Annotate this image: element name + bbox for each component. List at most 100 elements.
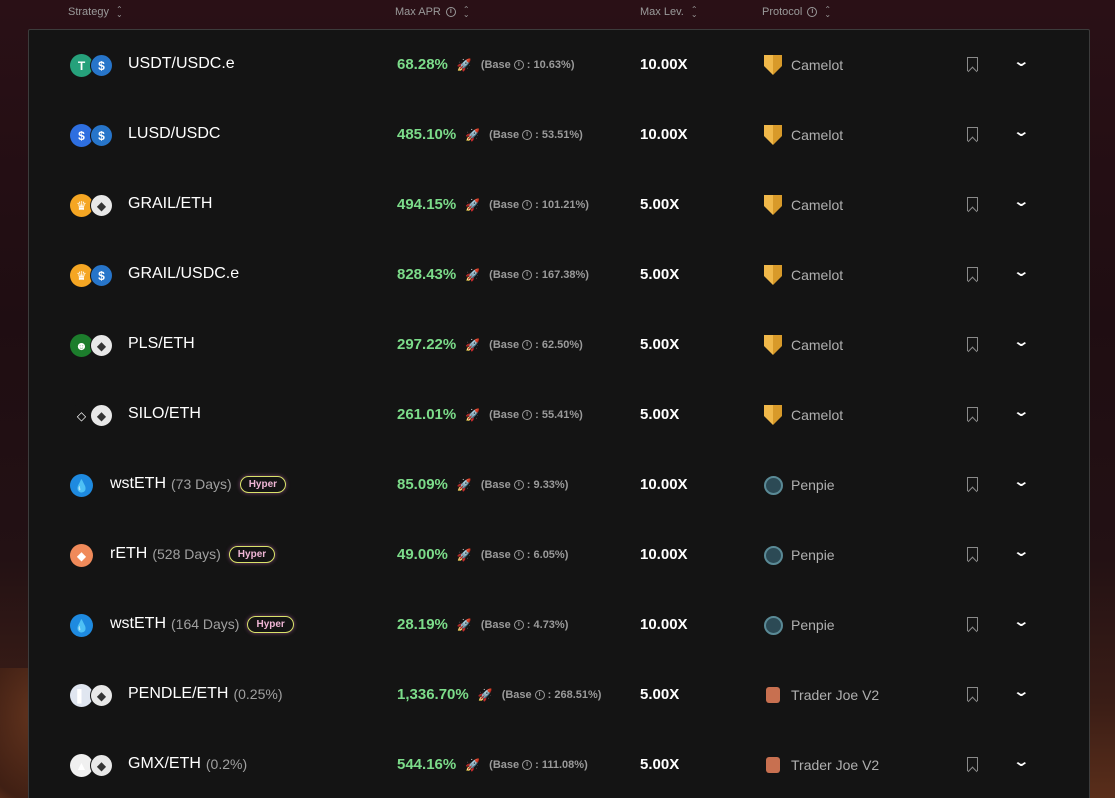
max-leverage-value: 10.00X <box>640 616 688 633</box>
base-label: (Base <box>501 688 532 701</box>
strategy-label: GRAIL/ETH <box>128 195 213 212</box>
strategy-label: GMX/ETH <box>128 755 201 772</box>
table-row[interactable]: 💧 wstETH (73 Days) Hyper 85.09% 🚀 (Base … <box>29 450 1089 520</box>
max-leverage-value: 10.00X <box>640 126 688 143</box>
strategy-name[interactable]: GRAIL/ETH <box>128 195 212 213</box>
base-apr-value: : 53.51%) <box>535 128 583 141</box>
hyper-badge: Hyper <box>239 475 287 493</box>
bookmark-icon[interactable] <box>967 477 978 491</box>
strategy-name[interactable]: PLS/ETH <box>128 335 195 353</box>
table-row[interactable]: T $ USDT/USDC.e 68.28% 🚀 (Base i : 10.63… <box>29 30 1089 100</box>
protocol-header-label: Protocol <box>762 6 803 18</box>
info-icon[interactable]: i <box>513 479 524 490</box>
table-row[interactable]: ♛ $ GRAIL/USDC.e 828.43% 🚀 (Base i : 167… <box>29 240 1089 310</box>
table-row[interactable]: $ $ LUSD/USDC 485.10% 🚀 (Base i : 53.51%… <box>29 100 1089 170</box>
table-row[interactable]: ◇ ◆ SILO/ETH 261.01% 🚀 (Base i : 55.41%)… <box>29 380 1089 450</box>
bookmark-icon[interactable] <box>967 547 978 561</box>
table-row[interactable]: ☻ ◆ PLS/ETH 297.22% 🚀 (Base i : 62.50%) … <box>29 310 1089 380</box>
info-icon[interactable]: i <box>522 199 533 210</box>
strategy-name[interactable]: wstETH (73 Days) Hyper <box>110 475 287 493</box>
bookmark-icon[interactable] <box>967 267 978 281</box>
bookmark-icon[interactable] <box>967 127 978 141</box>
strategy-header[interactable]: Strategy ⌃ ⌄ <box>68 6 123 19</box>
info-icon[interactable]: i <box>522 339 533 350</box>
strategy-name[interactable]: LUSD/USDC <box>128 125 220 143</box>
info-icon[interactable]: i <box>534 689 545 700</box>
info-icon[interactable]: i <box>807 7 818 17</box>
strategy-name[interactable]: PENDLE/ETH (0.25%) <box>128 685 283 703</box>
info-icon[interactable]: i <box>522 409 533 420</box>
chevron-down-icon[interactable]: ⌄ <box>1012 612 1030 630</box>
sort-icon[interactable]: ⌃ ⌄ <box>824 6 831 19</box>
protocol-name: Camelot <box>791 127 844 143</box>
sort-icon[interactable]: ⌃ ⌄ <box>116 6 123 19</box>
chevron-down-icon[interactable]: ⌄ <box>1012 682 1030 700</box>
table-row[interactable]: ▌ ◆ PENDLE/ETH (0.25%) 1,336.70% 🚀 (Base… <box>29 660 1089 730</box>
sort-icon[interactable]: ⌃ ⌄ <box>691 6 698 19</box>
bookmark-icon[interactable] <box>967 407 978 421</box>
max-apr-value: 544.16% <box>397 756 457 773</box>
sort-icon[interactable]: ⌃ ⌄ <box>463 6 470 19</box>
chevron-down-icon[interactable]: ⌄ <box>1012 752 1030 770</box>
chevron-down-icon[interactable]: ⌄ <box>1012 262 1030 280</box>
strategy-name[interactable]: rETH (528 Days) Hyper <box>110 545 276 563</box>
base-label: (Base <box>489 198 520 211</box>
camelot-icon <box>763 265 783 285</box>
base-apr-value: : 101.21%) <box>535 198 589 211</box>
bookmark-icon[interactable] <box>967 687 978 701</box>
base-label: (Base <box>489 758 520 771</box>
info-icon[interactable]: i <box>445 7 456 17</box>
bookmark-icon[interactable] <box>967 197 978 211</box>
bookmark-icon[interactable] <box>967 337 978 351</box>
strategy-detail: (0.25%) <box>233 686 283 702</box>
base-apr: (Base i : 167.38%) <box>489 269 589 281</box>
protocol-cell: Trader Joe V2 <box>763 755 879 775</box>
strategy-name[interactable]: SILO/ETH <box>128 405 201 423</box>
table-row[interactable]: ♛ ◆ GRAIL/ETH 494.15% 🚀 (Base i : 101.21… <box>29 170 1089 240</box>
strategy-name[interactable]: GMX/ETH (0.2%) <box>128 755 247 773</box>
protocol-header[interactable]: Protocol i ⌃ ⌄ <box>762 6 831 19</box>
base-label: (Base <box>489 268 520 281</box>
protocol-name: Camelot <box>791 407 844 423</box>
chevron-down-icon[interactable]: ⌄ <box>1012 52 1030 70</box>
chevron-down-icon[interactable]: ⌄ <box>1012 192 1030 210</box>
camelot-icon <box>763 405 783 425</box>
max-apr-cell: 85.09% 🚀 (Base i : 9.33%) <box>397 476 568 493</box>
info-icon[interactable]: i <box>522 759 533 770</box>
bookmark-icon[interactable] <box>967 57 978 71</box>
strategy-label: wstETH <box>110 615 166 632</box>
chevron-down-icon[interactable]: ⌄ <box>1012 122 1030 140</box>
base-apr-value: : 10.63%) <box>526 58 575 71</box>
bookmark-icon[interactable] <box>967 617 978 631</box>
token-pair-icons: ◇ ◆ <box>70 404 116 428</box>
info-icon[interactable]: i <box>513 619 524 630</box>
max-apr-value: 297.22% <box>397 336 457 353</box>
strategy-name[interactable]: GRAIL/USDC.e <box>128 265 239 283</box>
info-icon[interactable]: i <box>522 129 533 140</box>
table-row[interactable]: ▲ ◆ GMX/ETH (0.2%) 544.16% 🚀 (Base i : 1… <box>29 730 1089 798</box>
chevron-down-icon[interactable]: ⌄ <box>1012 332 1030 350</box>
base-apr: (Base i : 10.63%) <box>481 59 575 71</box>
info-icon[interactable]: i <box>513 549 524 560</box>
rocket-icon: 🚀 <box>465 337 481 352</box>
protocol-name: Camelot <box>791 197 844 213</box>
trader-joe-icon <box>763 755 783 775</box>
chevron-down-icon[interactable]: ⌄ <box>1012 472 1030 490</box>
base-apr: (Base i : 111.08%) <box>489 759 588 771</box>
chevron-down-icon[interactable]: ⌄ <box>1012 402 1030 420</box>
max-apr-cell: 28.19% 🚀 (Base i : 4.73%) <box>397 616 568 633</box>
strategy-label: USDT/USDC.e <box>128 55 235 72</box>
max-leverage-value: 10.00X <box>640 546 688 563</box>
table-row[interactable]: ◆ rETH (528 Days) Hyper 49.00% 🚀 (Base i… <box>29 520 1089 590</box>
max-lev-header[interactable]: Max Lev. ⌃ ⌄ <box>640 6 698 19</box>
strategy-table: T $ USDT/USDC.e 68.28% 🚀 (Base i : 10.63… <box>28 29 1090 798</box>
chevron-down-icon[interactable]: ⌄ <box>1012 542 1030 560</box>
info-icon[interactable]: i <box>513 59 524 70</box>
info-icon[interactable]: i <box>522 269 533 280</box>
bookmark-icon[interactable] <box>967 757 978 771</box>
strategy-name[interactable]: wstETH (164 Days) Hyper <box>110 615 294 633</box>
table-row[interactable]: 💧 wstETH (164 Days) Hyper 28.19% 🚀 (Base… <box>29 590 1089 660</box>
max-apr-header[interactable]: Max APR i ⌃ ⌄ <box>395 6 470 19</box>
protocol-cell: Camelot <box>763 265 843 285</box>
strategy-name[interactable]: USDT/USDC.e <box>128 55 235 73</box>
